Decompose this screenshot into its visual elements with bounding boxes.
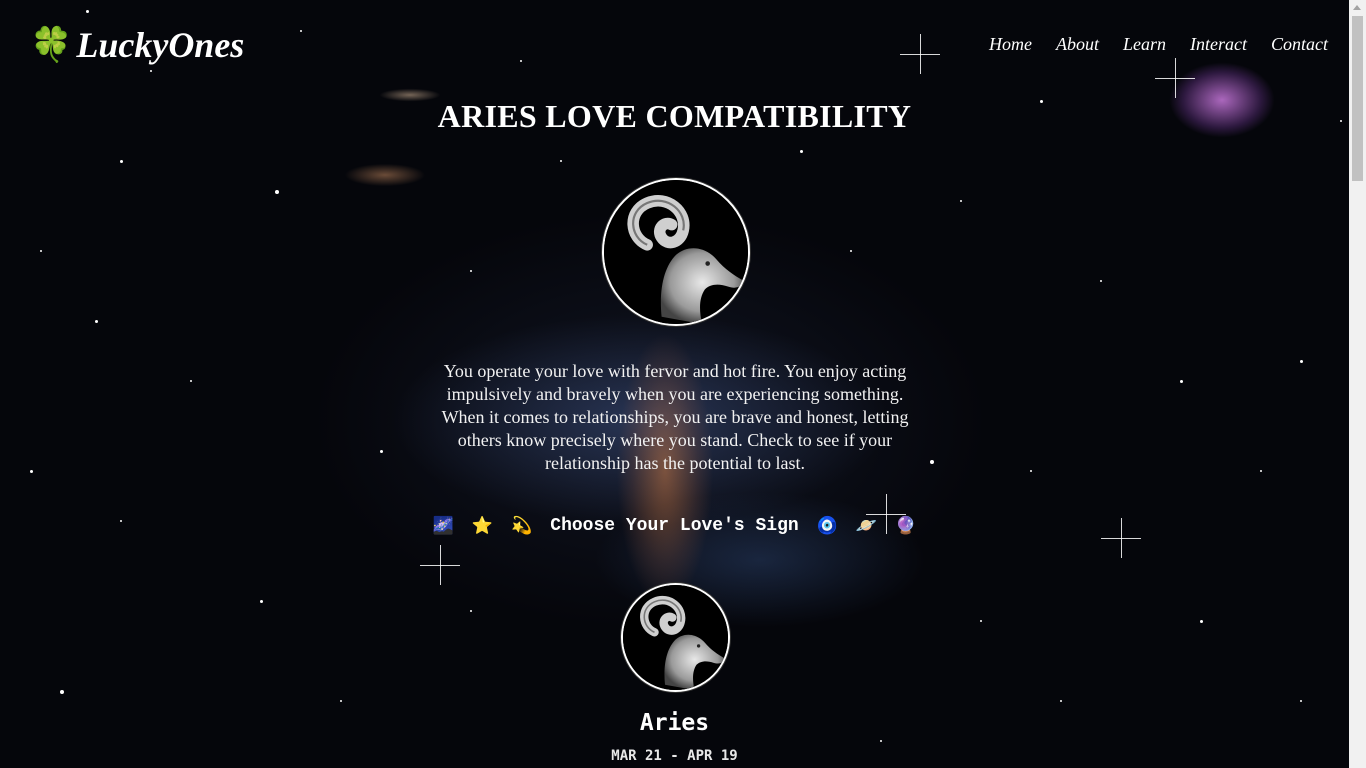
choose-sign-label: Choose Your Love's Sign bbox=[550, 516, 799, 536]
logo-text: LuckyOnes bbox=[76, 25, 245, 65]
crystal-ball-icon: 🔮 bbox=[895, 516, 917, 536]
scroll-up-arrow-icon[interactable] bbox=[1353, 5, 1361, 10]
page-title: ARIES LOVE COMPATIBILITY bbox=[437, 98, 912, 134]
ringed-planet-icon: 🪐 bbox=[855, 516, 878, 536]
nav-interact[interactable]: Interact bbox=[1190, 34, 1247, 55]
four-leaf-clover-icon: 🍀 bbox=[30, 27, 73, 64]
dizzy-star-icon: 💫 bbox=[511, 516, 533, 536]
sign-name: Aries bbox=[639, 710, 710, 736]
aries-ram-image bbox=[602, 178, 750, 326]
aries-sign-option[interactable] bbox=[621, 583, 730, 692]
nav-learn[interactable]: Learn bbox=[1123, 34, 1166, 55]
vertical-scrollbar[interactable] bbox=[1349, 0, 1366, 768]
nav-home[interactable]: Home bbox=[989, 34, 1032, 55]
site-logo[interactable]: 🍀 LuckyOnes bbox=[30, 24, 244, 66]
intro-text: You operate your love with fervor and ho… bbox=[441, 361, 909, 473]
choose-sign-heading: 🌌 ⭐ 💫 Choose Your Love's Sign 🧿 🪐 🔮 bbox=[0, 516, 1349, 536]
scrollbar-thumb[interactable] bbox=[1352, 16, 1363, 181]
main-nav: Home About Learn Interact Contact bbox=[989, 34, 1328, 55]
nav-about[interactable]: About bbox=[1056, 34, 1099, 55]
nazar-amulet-icon: 🧿 bbox=[816, 516, 838, 536]
star-icon: ⭐ bbox=[471, 516, 494, 536]
galaxy-icon: 🌌 bbox=[432, 516, 454, 536]
sign-dates: MAR 21 - APR 19 bbox=[611, 748, 738, 764]
nav-contact[interactable]: Contact bbox=[1271, 34, 1328, 55]
